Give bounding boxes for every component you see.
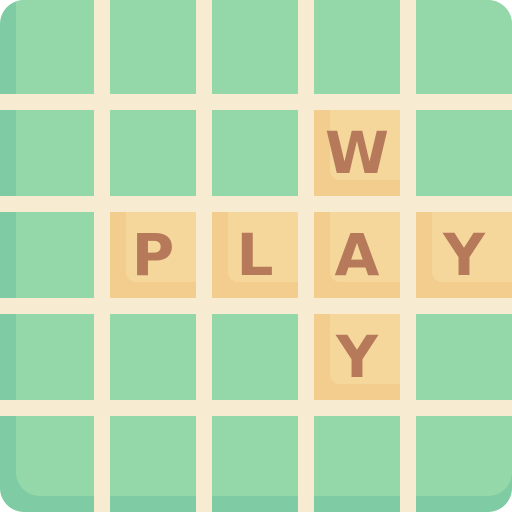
grid-line-vertical <box>94 0 110 512</box>
tile-letter: W <box>325 119 389 187</box>
letter-tile-y-down[interactable]: Y <box>314 314 400 400</box>
tile-letter: A <box>334 221 380 289</box>
tile-letter: L <box>236 221 274 289</box>
grid-line-horizontal <box>0 298 512 314</box>
tile-letter: P <box>131 221 175 289</box>
tile-letter: Y <box>336 323 378 391</box>
grid-line-vertical <box>298 0 314 512</box>
letter-tile-y-across[interactable]: Y <box>416 212 512 298</box>
letter-tile-p[interactable]: P <box>110 212 196 298</box>
tile-letter: Y <box>443 221 485 289</box>
grid-line-horizontal <box>0 196 512 212</box>
word-game-board-icon: W P L A Y Y <box>0 0 512 512</box>
letter-tile-w[interactable]: W <box>314 110 400 196</box>
letter-tile-l[interactable]: L <box>212 212 298 298</box>
grid-line-horizontal <box>0 94 512 110</box>
grid-line-horizontal <box>0 400 512 416</box>
grid-line-vertical <box>196 0 212 512</box>
letter-tile-a[interactable]: A <box>314 212 400 298</box>
grid-line-vertical <box>400 0 416 512</box>
